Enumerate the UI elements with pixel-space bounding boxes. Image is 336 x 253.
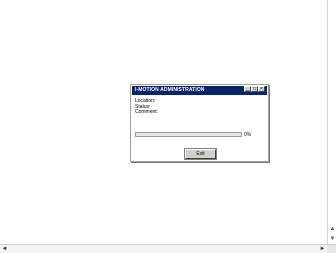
comment-label: Comment: [135, 109, 159, 115]
progress-percent: 0% [244, 132, 252, 138]
close-icon[interactable]: × [258, 86, 265, 92]
scroll-up-icon[interactable]: ▲ [328, 225, 336, 234]
progress-bar [135, 132, 242, 137]
vertical-scrollbar[interactable]: ▲ ▼ [327, 0, 336, 244]
scroll-down-icon[interactable]: ▼ [328, 235, 336, 244]
minimize-icon[interactable]: _ [244, 86, 251, 92]
dialog-window: I-MOTION ADMINISTRATION _ □ × Location: … [130, 84, 269, 162]
maximize-icon[interactable]: □ [251, 86, 258, 92]
dialog-title: I-MOTION ADMINISTRATION [135, 87, 205, 93]
exit-button[interactable]: Exit [185, 149, 216, 159]
